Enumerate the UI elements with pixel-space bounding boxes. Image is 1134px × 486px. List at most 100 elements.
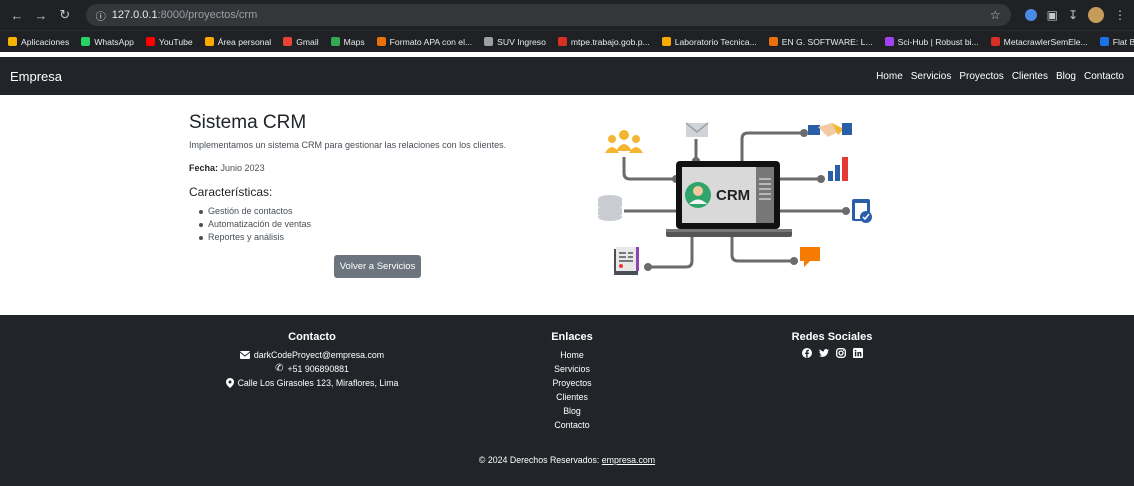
bookmark-item[interactable]: Maps	[330, 36, 365, 47]
bookmark-favicon-icon	[81, 37, 91, 46]
nav-proyectos[interactable]: Proyectos	[959, 71, 1003, 82]
database-icon	[598, 195, 622, 221]
instagram-icon[interactable]	[835, 348, 846, 358]
bookmark-item[interactable]: Formato APA con el...	[376, 36, 473, 47]
bookmark-item[interactable]: Laboratorio Tecnica...	[661, 36, 757, 47]
footer-link-proyectos[interactable]: Proyectos	[532, 376, 612, 390]
site-info-icon[interactable]: ⓘ	[96, 8, 106, 23]
bookmark-item[interactable]: WhatsApp	[81, 37, 134, 47]
list-item: Reportes y análisis	[199, 231, 311, 244]
bookmark-favicon-icon	[283, 37, 293, 46]
bookmark-label: Maps	[343, 36, 365, 47]
list-item: Gestión de contactos	[199, 205, 311, 218]
bookmark-label: EN G. SOFTWARE: L...	[781, 36, 873, 47]
document-icon	[614, 247, 639, 275]
footer-phone-text: +51 906890881	[287, 364, 349, 374]
footer-social: Redes Sociales	[772, 331, 892, 358]
profile-avatar[interactable]	[1088, 7, 1105, 23]
extensions-puzzle-icon[interactable]: ▣	[1047, 8, 1058, 22]
date-label: Fecha:	[189, 163, 219, 173]
crm-label: CRM	[716, 187, 750, 204]
bookmark-item[interactable]: Área personal	[204, 37, 271, 47]
bookmark-favicon-icon	[376, 37, 386, 46]
bookmark-favicon-icon	[204, 37, 214, 46]
url-path: :8000/proyectos/crm	[157, 9, 258, 21]
brand-logo[interactable]: Empresa	[10, 69, 62, 84]
footer-address: Calle Los Girasoles 123, Miraflores, Lim…	[222, 376, 402, 390]
bookmark-item[interactable]: Aplicaciones	[8, 37, 69, 47]
facebook-icon[interactable]	[801, 348, 812, 358]
bookmark-favicon-icon	[330, 37, 340, 46]
back-arrow-icon[interactable]: ←	[8, 6, 26, 24]
bookmark-favicon-icon	[557, 37, 567, 46]
address-bar[interactable]: ⓘ 127.0.0.1:8000/proyectos/crm ☆	[85, 4, 1011, 26]
footer-contact: Contacto darkCodeProyect@empresa.com ✆ +…	[222, 331, 402, 390]
copyright-link[interactable]: empresa.com	[602, 455, 655, 465]
nav-servicios[interactable]: Servicios	[911, 71, 952, 82]
bookmark-label: MetacrawlerSemEle...	[1003, 36, 1088, 47]
bookmark-item[interactable]: EN G. SOFTWARE: L...	[768, 36, 873, 47]
page-title: Sistema CRM	[189, 112, 307, 133]
footer-contact-title: Contacto	[288, 331, 336, 343]
bookmark-favicon-icon	[145, 37, 155, 46]
forward-arrow-icon[interactable]: →	[32, 6, 50, 24]
footer-email: darkCodeProyect@empresa.com	[222, 348, 402, 362]
bookmark-item[interactable]: Sci-Hub | Robust bi...	[884, 36, 979, 47]
bookmark-item[interactable]: Flat Blue Raven Icon...	[1099, 36, 1134, 47]
copyright: © 2024 Derechos Reservados: empresa.com	[0, 455, 1134, 465]
bookmark-favicon-icon	[484, 37, 494, 46]
bookmark-label: WhatsApp	[94, 36, 134, 47]
footer-link-clientes[interactable]: Clientes	[532, 390, 612, 404]
download-icon[interactable]: ↧	[1068, 8, 1078, 22]
footer-link-servicios[interactable]: Servicios	[532, 362, 612, 376]
bookmark-star-icon[interactable]: ☆	[990, 8, 1001, 22]
back-to-services-button[interactable]: Volver a Servicios	[334, 255, 421, 278]
bookmark-label: Sci-Hub | Robust bi...	[897, 36, 979, 47]
features-heading: Características:	[189, 185, 273, 199]
menu-kebab-icon[interactable]: ⋮	[1114, 8, 1126, 22]
nav-blog[interactable]: Blog	[1056, 71, 1076, 82]
bookmark-item[interactable]: MetacrawlerSemEle...	[990, 36, 1088, 47]
bookmark-favicon-icon	[8, 37, 17, 46]
footer-social-title: Redes Sociales	[791, 331, 873, 343]
project-date: Fecha: Junio 2023	[189, 163, 265, 173]
footer-link-blog[interactable]: Blog	[532, 404, 612, 418]
phone-icon: ✆	[275, 363, 284, 374]
footer-phone: ✆ +51 906890881	[222, 362, 402, 376]
bookmark-item[interactable]: Gmail	[283, 37, 319, 47]
bookmark-favicon-icon	[768, 37, 778, 46]
bookmark-label: Aplicaciones	[21, 36, 70, 47]
nav-contacto[interactable]: Contacto	[1084, 71, 1124, 82]
footer-link-contacto[interactable]: Contacto	[532, 418, 612, 432]
bookmarks-bar: Aplicaciones WhatsApp YouTube Área personal…	[0, 30, 1134, 52]
nav-links: Home Servicios Proyectos Clientes Blog C…	[876, 71, 1124, 82]
browser-toolbar: ← → ↻ ⓘ 127.0.0.1:8000/proyectos/crm ☆ ▣…	[0, 0, 1134, 30]
bookmark-item[interactable]: SUV Ingreso	[484, 37, 546, 47]
mail-icon	[685, 122, 709, 137]
bookmark-favicon-icon	[990, 37, 1000, 46]
footer-link-home[interactable]: Home	[532, 348, 612, 362]
social-icons	[772, 348, 892, 358]
site-navbar: Empresa Home Servicios Proyectos Cliente…	[0, 57, 1134, 95]
copyright-text: © 2024 Derechos Reservados:	[478, 455, 600, 465]
bookmark-favicon-icon	[884, 37, 894, 46]
bookmark-item[interactable]: YouTube	[145, 37, 193, 47]
bookmark-item[interactable]: mtpe.trabajo.gob.p...	[557, 37, 650, 47]
bookmark-label: Laboratorio Tecnica...	[674, 36, 757, 47]
project-description: Implementamos un sistema CRM para gestio…	[189, 140, 507, 150]
extension-icon[interactable]	[1024, 9, 1037, 21]
footer-links: Enlaces Home Servicios Proyectos Cliente…	[532, 331, 612, 432]
twitter-icon[interactable]	[818, 348, 829, 358]
map-pin-icon	[225, 378, 234, 388]
nav-home[interactable]: Home	[876, 71, 903, 82]
bookmark-label: Formato APA con el...	[389, 36, 473, 47]
nav-clientes[interactable]: Clientes	[1012, 71, 1048, 82]
crm-illustration: CRM	[598, 122, 872, 275]
bookmark-label: Flat Blue Raven Icon...	[1112, 36, 1134, 47]
url-host: 127.0.0.1	[111, 9, 158, 21]
reload-icon[interactable]: ↻	[56, 6, 74, 24]
list-item: Automatización de ventas	[199, 218, 311, 231]
features-list: Gestión de contactos Automatización de v…	[199, 205, 311, 244]
handshake-icon	[808, 123, 852, 137]
linkedin-icon[interactable]	[852, 348, 863, 358]
